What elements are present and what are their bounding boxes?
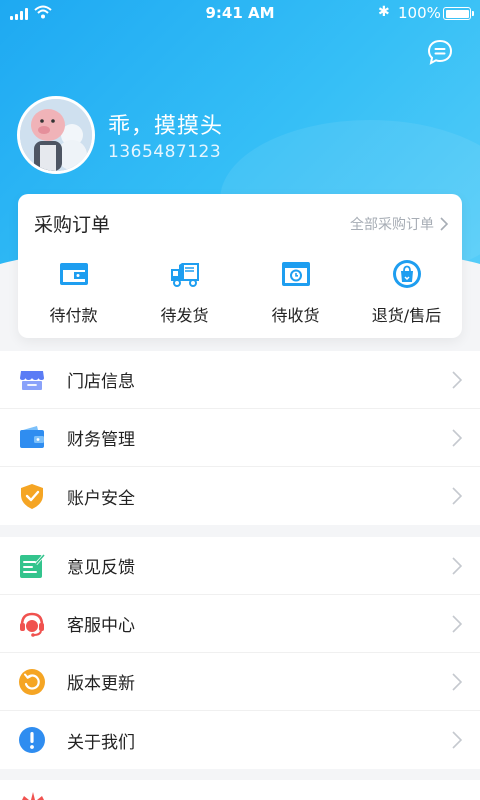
chevron-right-icon bbox=[452, 614, 462, 633]
chevron-right-icon bbox=[452, 370, 462, 389]
menu-item-customer-service[interactable]: 客服中心 bbox=[0, 595, 480, 653]
order-pending-receipt[interactable]: 待收货 bbox=[240, 258, 351, 326]
menu-item-finance[interactable]: 财务管理 bbox=[0, 409, 480, 467]
menu-item-account-security[interactable]: 账户安全 bbox=[0, 467, 480, 525]
menu-label: 关于我们 bbox=[67, 732, 135, 753]
wallet-icon bbox=[59, 263, 88, 285]
chevron-right-icon bbox=[452, 428, 462, 447]
all-orders-link[interactable]: 全部采购订单 bbox=[350, 214, 448, 234]
order-pending-shipment[interactable]: 待发货 bbox=[129, 258, 240, 326]
menu-item-about-us[interactable]: 关于我们 bbox=[0, 711, 480, 769]
menu-item-store-info[interactable]: 门店信息 bbox=[0, 351, 480, 409]
chat-bubble-icon[interactable] bbox=[426, 38, 454, 66]
info-icon bbox=[19, 727, 45, 753]
menu-label: 门店信息 bbox=[67, 372, 135, 392]
username: 乖，摸摸头 bbox=[108, 114, 224, 139]
menu-label: 版本更新 bbox=[67, 674, 135, 694]
menu-group-store: 门店信息 财务管理 账户安全 bbox=[0, 351, 480, 525]
menu-label: 客服中心 bbox=[67, 616, 135, 636]
menu-group-support: 意见反馈 客服中心 版本更新 关于我们 bbox=[0, 537, 480, 769]
battery-percent: 100% bbox=[398, 4, 441, 22]
box-clock-icon bbox=[281, 262, 310, 286]
feedback-icon bbox=[20, 553, 46, 578]
phone-number: 1365487123 bbox=[108, 142, 222, 162]
truck-icon bbox=[170, 263, 199, 287]
order-returns[interactable]: 退货/售后 bbox=[351, 258, 462, 326]
purchase-orders-card: 采购订单 全部采购订单 待付款 待发货 待收货 退货/售后 bbox=[18, 194, 462, 338]
order-item-label: 退货/售后 bbox=[371, 306, 442, 325]
chevron-right-icon bbox=[440, 217, 448, 231]
wallet-icon bbox=[20, 425, 44, 448]
battery-icon bbox=[443, 7, 474, 20]
orders-title: 采购订单 bbox=[34, 214, 111, 236]
shield-icon bbox=[21, 484, 43, 509]
menu-item-version-update[interactable]: 版本更新 bbox=[0, 653, 480, 711]
avatar[interactable] bbox=[17, 96, 95, 174]
refresh-icon bbox=[19, 668, 45, 695]
status-bar: 9:41 AM ✱ 100% bbox=[0, 0, 480, 28]
menu-label: 意见反馈 bbox=[67, 558, 135, 578]
menu-label: 财务管理 bbox=[67, 430, 135, 450]
bluetooth-icon: ✱ bbox=[378, 4, 390, 20]
partial-menu-icon bbox=[22, 792, 44, 800]
headset-icon bbox=[20, 612, 44, 637]
chevron-right-icon bbox=[452, 731, 462, 749]
chevron-right-icon bbox=[452, 487, 462, 505]
menu-group-more bbox=[0, 780, 480, 800]
chevron-right-icon bbox=[452, 556, 462, 575]
menu-item-feedback[interactable]: 意见反馈 bbox=[0, 537, 480, 595]
store-icon bbox=[20, 370, 44, 390]
order-item-label: 待付款 bbox=[49, 306, 98, 325]
menu-label: 账户安全 bbox=[67, 488, 135, 509]
order-item-label: 待收货 bbox=[271, 306, 320, 325]
return-bag-icon bbox=[392, 260, 421, 288]
order-item-label: 待发货 bbox=[160, 306, 209, 325]
chevron-right-icon bbox=[452, 672, 462, 691]
all-orders-label: 全部采购订单 bbox=[350, 217, 434, 233]
user-avatar-icon bbox=[20, 99, 92, 171]
order-pending-payment[interactable]: 待付款 bbox=[18, 258, 129, 326]
